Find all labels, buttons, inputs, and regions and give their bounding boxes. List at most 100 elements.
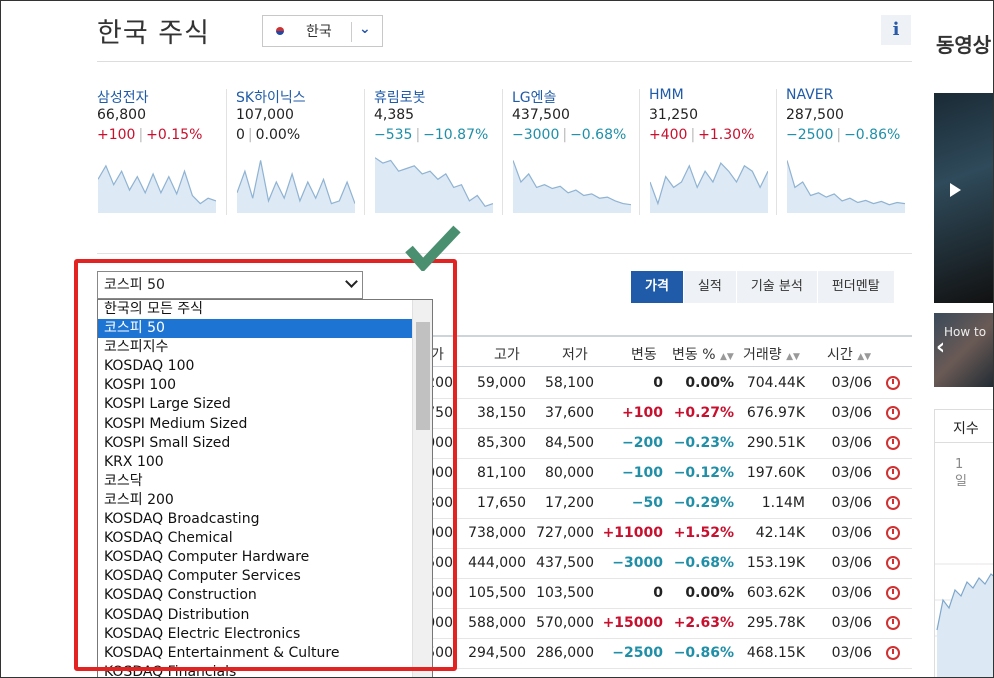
- tab-earnings[interactable]: 실적: [683, 271, 737, 303]
- cell-change: −2500: [612, 645, 663, 661]
- table-row[interactable]: 000 81,100 80,000 −100 −0.12% 197.60K 03/06: [426, 459, 912, 489]
- ticker-name[interactable]: HMM: [649, 87, 777, 107]
- ticker-change: −535 | −10.87%: [374, 127, 502, 147]
- dropdown-option[interactable]: KOSDAQ 100: [98, 357, 412, 376]
- cell-low: 286,000: [536, 645, 594, 661]
- ticker-price: 107,000: [236, 107, 294, 123]
- play-icon[interactable]: [950, 183, 961, 197]
- ticker-sparkline: [650, 162, 768, 213]
- cell-volume: 704.44K: [746, 375, 805, 391]
- dropdown-option[interactable]: KOSDAQ Computer Services: [98, 567, 412, 586]
- ticker-card[interactable]: 삼성전자 66,800 +100 | +0.15%: [97, 87, 225, 217]
- clock-icon: [886, 406, 900, 420]
- dropdown-option[interactable]: 한국의 모든 주식: [98, 300, 412, 319]
- scrollbar[interactable]: [412, 300, 432, 677]
- divider: [639, 89, 640, 215]
- cell-volume: 1.14M: [761, 495, 805, 511]
- ticker-name[interactable]: NAVER: [786, 87, 914, 107]
- ticker-card[interactable]: SK하이닉스 107,000 0 | 0.00%: [226, 87, 364, 217]
- divider: |: [690, 127, 696, 143]
- dropdown-option[interactable]: 코스피 50: [98, 319, 412, 339]
- divider: [502, 89, 503, 215]
- table-row[interactable]: 000 588,000 570,000 +15000 +2.63% 295.78K 03/0…: [426, 609, 912, 639]
- cell-high: 738,000: [468, 525, 526, 541]
- dropdown-option[interactable]: KOSDAQ Computer Hardware: [98, 548, 412, 567]
- column-header-high[interactable]: 고가: [494, 344, 520, 364]
- ticker-price: 66,800: [97, 107, 146, 123]
- dropdown-option[interactable]: 코스닥: [98, 472, 412, 491]
- cell-time: 03/06: [831, 435, 872, 451]
- column-header-low[interactable]: 저가: [562, 344, 588, 364]
- tab-price[interactable]: 가격: [631, 271, 684, 303]
- ticker-name[interactable]: SK하이닉스: [236, 87, 364, 107]
- dropdown-option[interactable]: KOSDAQ Entertainment & Culture: [98, 644, 412, 663]
- divider: |: [138, 127, 144, 143]
- dropdown-option[interactable]: KOSPI Large Sized: [98, 395, 412, 414]
- dropdown-option[interactable]: KOSDAQ Electric Electronics: [98, 625, 412, 644]
- dropdown-option[interactable]: KOSDAQ Chemical: [98, 529, 412, 548]
- table-row[interactable]: 000 85,300 84,500 −200 −0.23% 290.51K 03/06: [426, 429, 912, 459]
- cell-low: 727,000: [536, 525, 594, 541]
- column-header-volume[interactable]: 거래량 ▲▼: [743, 344, 800, 364]
- index-widget-label[interactable]: 지수: [953, 418, 979, 438]
- cell-change-pct: +2.63%: [673, 615, 734, 631]
- tab-technical[interactable]: 기술 분석: [736, 271, 818, 303]
- cell-change: +15000: [602, 615, 663, 631]
- table-row[interactable]: 500 105,500 103,500 0 0.00% 603.62K 03/06: [426, 579, 912, 609]
- cell-change: −50: [631, 495, 663, 511]
- cell-change-pct: −0.86%: [673, 645, 734, 661]
- ticker-change-pct: 0.00%: [255, 127, 301, 143]
- dropdown-option[interactable]: KOSPI Small Sized: [98, 434, 412, 453]
- ticker-name[interactable]: 삼성전자: [97, 87, 225, 107]
- info-icon[interactable]: i: [881, 15, 911, 45]
- divider: |: [247, 127, 253, 143]
- cell-change-pct: −0.29%: [673, 495, 734, 511]
- divider: [351, 22, 352, 42]
- ticker-price: 287,500: [786, 107, 844, 123]
- dropdown-option[interactable]: KOSDAQ Construction: [98, 586, 412, 605]
- dropdown-option[interactable]: KOSDAQ Financials: [98, 663, 412, 677]
- cell-volume: 290.51K: [746, 435, 805, 451]
- chevron-left-icon[interactable]: ‹: [936, 335, 945, 360]
- ticker-card[interactable]: HMM 31,250 +400 | +1.30%: [639, 87, 777, 217]
- ticker-card[interactable]: 휴림로봇 4,385 −535 | −10.87%: [364, 87, 502, 217]
- ticker-change-pct: +0.15%: [146, 127, 203, 143]
- ticker-sparkline: [237, 160, 355, 213]
- index-dropdown-list[interactable]: 한국의 모든 주식 코스피 50 코스피지수 KOSDAQ 100 KOSPI 100 K…: [97, 299, 433, 677]
- cell-volume: 197.60K: [746, 465, 805, 481]
- tab-fundamental[interactable]: 펀더멘탈: [817, 271, 895, 303]
- ticker-card[interactable]: NAVER 287,500 −2500 | −0.86%: [776, 87, 914, 217]
- ticker-change-pct: −10.87%: [423, 127, 489, 143]
- table-row[interactable]: 500 444,000 437,500 −3000 −0.68% 153.19K 03/06: [426, 549, 912, 579]
- dropdown-option[interactable]: 코스피지수: [98, 338, 412, 357]
- index-select[interactable]: 코스피 50: [97, 271, 363, 299]
- dropdown-option[interactable]: KRX 100: [98, 453, 412, 472]
- period-label[interactable]: 1일: [955, 456, 975, 490]
- table-row[interactable]: 750 38,150 37,600 +100 +0.27% 676.97K 03/06: [426, 399, 912, 429]
- table-row[interactable]: 000 738,000 727,000 +11000 +1.52% 42.14K 03/06: [426, 519, 912, 549]
- column-header-change-pct[interactable]: 변동 % ▲▼: [672, 344, 734, 364]
- table-row[interactable]: 500 294,500 286,000 −2500 −0.86% 468.15K 03/06: [426, 639, 912, 669]
- cell-low: 84,500: [545, 435, 594, 451]
- table-row[interactable]: 200 59,000 58,100 0 0.00% 704.44K 03/06: [426, 369, 912, 399]
- ticker-change-value: −535: [374, 127, 413, 143]
- dropdown-option[interactable]: KOSPI Medium Sized: [98, 415, 412, 434]
- video-thumbnail[interactable]: [934, 93, 993, 303]
- scrollbar-thumb[interactable]: [416, 322, 430, 430]
- dropdown-option[interactable]: KOSDAQ Broadcasting: [98, 510, 412, 529]
- cell-change-pct: +1.52%: [673, 525, 734, 541]
- dropdown-option[interactable]: KOSDAQ Distribution: [98, 606, 412, 625]
- cell-change: −200: [622, 435, 663, 451]
- table-row[interactable]: 300 17,650 17,200 −50 −0.29% 1.14M 03/06: [426, 489, 912, 519]
- ticker-name[interactable]: 휴림로봇: [374, 87, 502, 107]
- column-header-time[interactable]: 시간 ▲▼: [827, 344, 871, 364]
- divider: [935, 442, 993, 443]
- column-header-change[interactable]: 변동: [631, 344, 657, 364]
- ticker-card[interactable]: LG엔솔 437,500 −3000 | −0.68%: [502, 87, 640, 217]
- dropdown-option[interactable]: 코스피 200: [98, 491, 412, 510]
- country-select[interactable]: 한국 ⌄: [262, 15, 383, 47]
- cell-time: 03/06: [831, 615, 872, 631]
- ticker-name[interactable]: LG엔솔: [512, 87, 640, 107]
- cell-low: 37,600: [545, 405, 594, 421]
- dropdown-option[interactable]: KOSPI 100: [98, 376, 412, 395]
